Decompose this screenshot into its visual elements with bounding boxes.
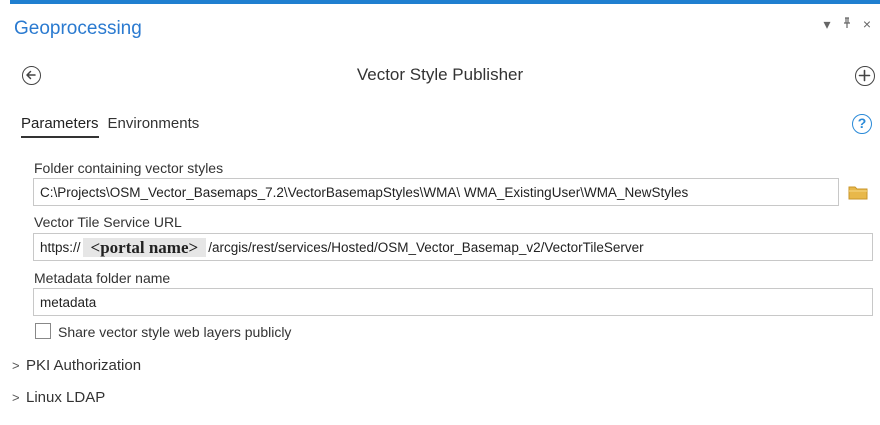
section-linux-ldap[interactable]: > Linux LDAP [12, 389, 105, 406]
panel-accent-bar [10, 0, 880, 4]
tab-parameters[interactable]: Parameters [21, 115, 99, 138]
add-icon [858, 69, 871, 82]
chevron-right-icon: > [12, 358, 20, 373]
metadata-input[interactable]: metadata [33, 288, 873, 316]
panel-title: Geoprocessing [14, 18, 142, 39]
panel-pin-button[interactable] [840, 16, 854, 33]
url-label: Vector Tile Service URL [34, 214, 182, 230]
panel-window-controls: ▾ × [820, 16, 874, 33]
pin-icon [844, 17, 850, 28]
share-checkbox[interactable] [35, 323, 51, 339]
chevron-right-icon: > [12, 390, 20, 405]
section-pki-authorization[interactable]: > PKI Authorization [12, 357, 141, 374]
url-input[interactable]: https://<portal name>/arcgis/rest/servic… [33, 233, 873, 261]
metadata-label: Metadata folder name [34, 270, 171, 286]
url-suffix: /arcgis/rest/services/Hosted/OSM_Vector_… [208, 240, 644, 255]
folder-input[interactable]: C:\Projects\OSM_Vector_Basemaps_7.2\Vect… [33, 178, 839, 206]
folder-label: Folder containing vector styles [34, 160, 224, 176]
folder-icon[interactable] [848, 184, 868, 200]
add-button[interactable] [855, 66, 875, 86]
url-prefix: https:// [40, 240, 81, 255]
section-label: PKI Authorization [26, 357, 142, 374]
panel-close-button[interactable]: × [860, 16, 874, 33]
tool-title: Vector Style Publisher [356, 65, 524, 84]
share-checkbox-label: Share vector style web layers publicly [58, 324, 292, 340]
tab-environments[interactable]: Environments [108, 115, 200, 138]
panel-menu-button[interactable]: ▾ [820, 16, 834, 33]
url-portal-placeholder: <portal name> [82, 238, 207, 257]
section-label: Linux LDAP [26, 389, 106, 406]
help-icon[interactable]: ? [852, 114, 872, 134]
tool-tabs: Parameters Environments [21, 115, 199, 138]
